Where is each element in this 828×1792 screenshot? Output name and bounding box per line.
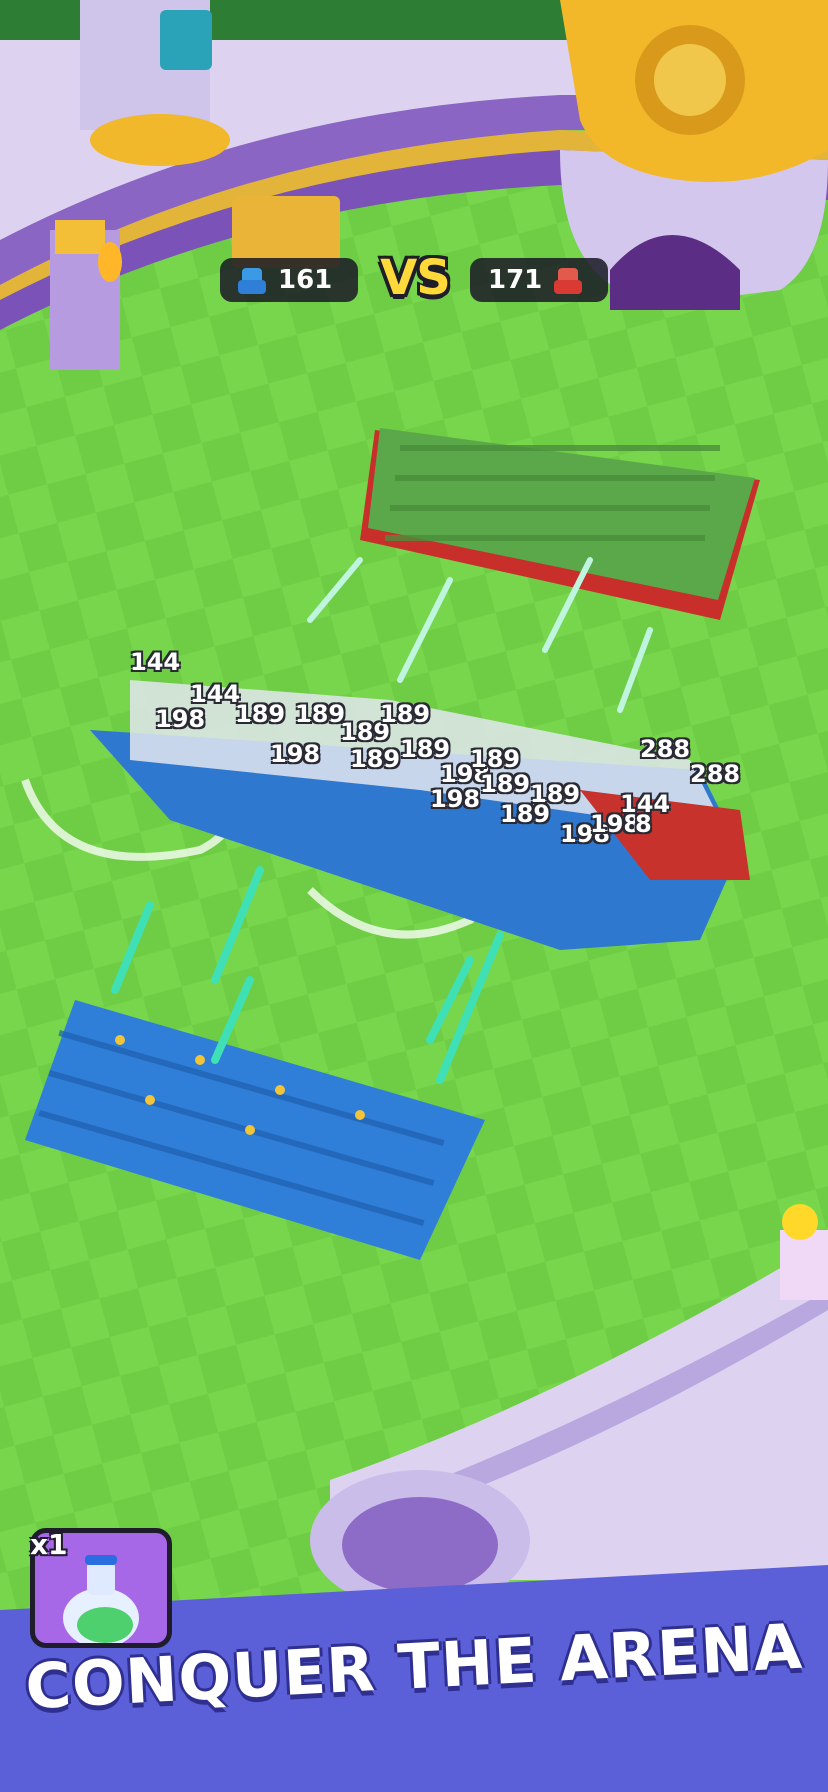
blue-team-counter: 161 xyxy=(220,258,358,302)
torch-pillar xyxy=(50,220,122,370)
red-team-counter: 171 xyxy=(470,258,608,302)
left-tower xyxy=(80,0,230,166)
powerup-count: x1 xyxy=(30,1528,68,1561)
red-team-count: 171 xyxy=(488,265,543,295)
vs-label: VS xyxy=(380,250,451,306)
red-soldier-icon xyxy=(554,266,583,294)
blue-soldier-icon xyxy=(238,266,266,294)
blue-team-count: 161 xyxy=(278,265,333,295)
